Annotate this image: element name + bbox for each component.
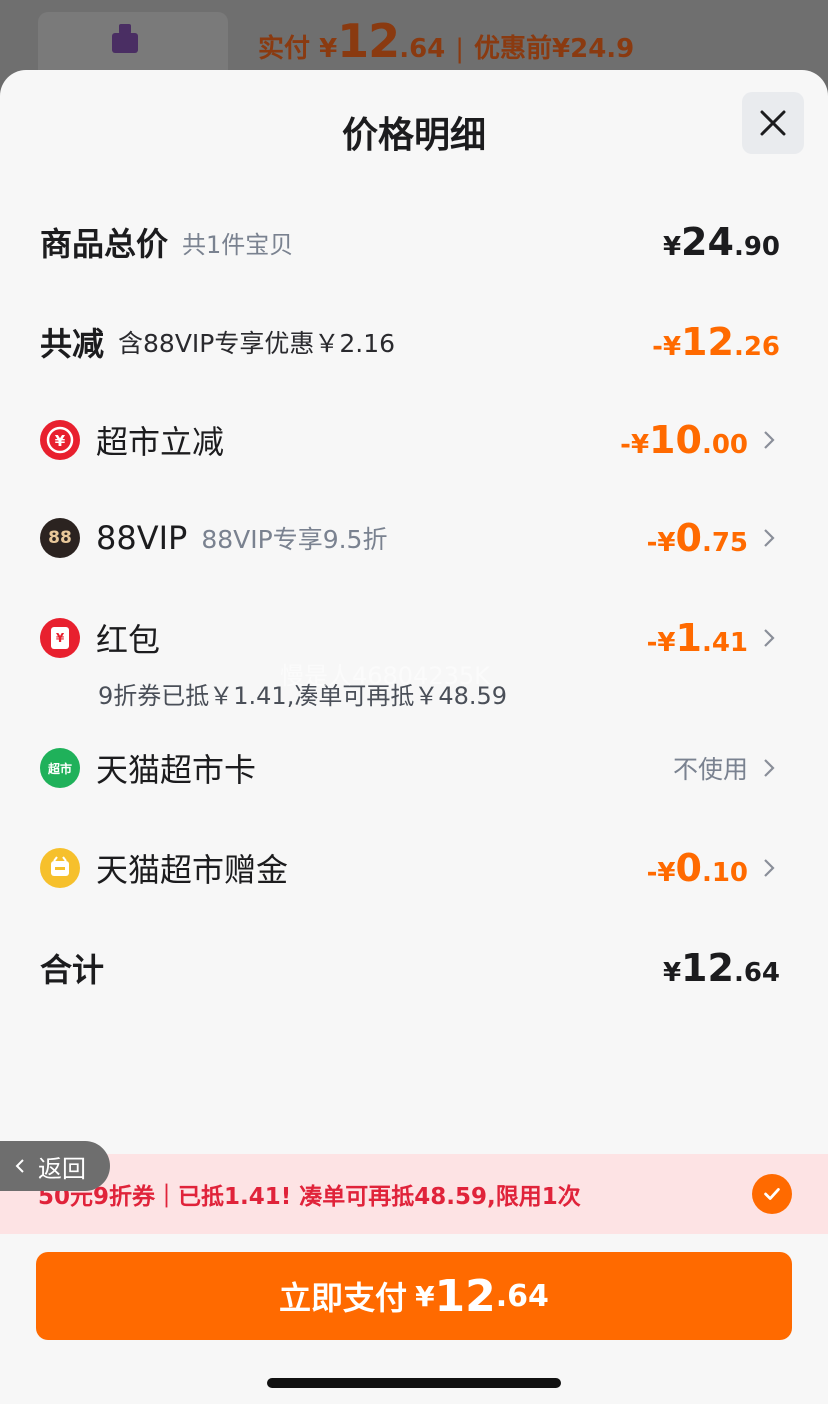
svg-text:¥: ¥	[55, 432, 66, 450]
close-button[interactable]	[742, 92, 804, 154]
pay-label: 立即支付	[279, 1279, 408, 1317]
chevron-left-icon	[15, 1159, 24, 1173]
pay-dec: .64	[495, 1278, 549, 1314]
header-separator: |	[455, 34, 465, 64]
back-label: 返回	[38, 1154, 86, 1183]
row-supermarket-discount[interactable]: ¥ 超市立减 -¥ 10.00	[40, 410, 780, 470]
home-indicator[interactable]	[267, 1378, 561, 1388]
chevron-right-icon	[758, 757, 780, 779]
redpacket-amount: -¥ 1.41	[646, 616, 748, 660]
pay-int: 12	[434, 1270, 496, 1322]
paid-label: 实付	[258, 34, 311, 64]
yuan-coin-icon: ¥	[40, 420, 80, 460]
red-packet-icon: ¥	[40, 618, 80, 658]
sum-label: 合计	[40, 951, 105, 989]
back-button[interactable]: 返回	[0, 1141, 110, 1191]
gift-label: 天猫超市赠金	[96, 851, 289, 889]
chevron-right-icon	[758, 857, 780, 879]
coupon-banner[interactable]: 50元9折券｜已抵1.41! 凑单可再抵48.59,限用1次	[0, 1154, 828, 1234]
gift-amount: -¥ 0.10	[646, 846, 748, 890]
chevron-right-icon	[758, 527, 780, 549]
product-image	[110, 24, 140, 54]
background-order-header: 实付 ¥12.64 | 优惠前¥24.9	[0, 0, 828, 82]
discount-amount: -¥ 12.26	[652, 320, 780, 364]
supermarket-label: 超市立减	[96, 423, 225, 461]
before-discount: 优惠前¥24.9	[474, 34, 635, 64]
sheet-title: 价格明细	[341, 115, 486, 156]
total-amount: ¥24.90	[662, 220, 780, 264]
sum-amount: ¥12.64	[662, 946, 780, 990]
card-value: 不使用	[672, 755, 748, 784]
88vip-icon: 88	[40, 518, 80, 558]
row-sum: 合计 ¥12.64	[40, 938, 780, 998]
redpacket-label: 红包	[96, 621, 161, 659]
tmall-supermarket-card-icon: 超市	[40, 748, 80, 788]
paid-currency: ¥	[319, 34, 338, 64]
row-gift-gold[interactable]: 天猫超市赠金 -¥ 0.10	[40, 838, 780, 898]
chevron-right-icon	[758, 627, 780, 649]
total-count: 共1件宝贝	[182, 230, 294, 259]
supermarket-amount: -¥ 10.00	[620, 418, 748, 462]
pay-currency: ¥	[415, 1279, 435, 1313]
gift-gold-icon	[40, 848, 80, 888]
coupon-text: 50元9折券｜已抵1.41! 凑单可再抵48.59,限用1次	[38, 1184, 581, 1210]
price-detail-sheet: 价格明细 商品总价 共1件宝贝 ¥24.90 共减 含88VIP专享优惠￥2.1…	[0, 70, 828, 1404]
discount-sub: 含88VIP专享优惠￥2.16	[118, 329, 396, 358]
row-88vip[interactable]: 88 88VIP 88VIP专享9.5折 -¥ 0.75	[40, 508, 780, 568]
paid-int: 12	[337, 14, 400, 68]
card-label: 天猫超市卡	[96, 751, 257, 789]
discount-label: 共减	[40, 325, 105, 363]
watermark: 慢是人46804235K	[280, 662, 490, 690]
check-icon[interactable]	[752, 1174, 792, 1214]
pay-now-button[interactable]: 立即支付 ¥12.64	[36, 1252, 792, 1340]
chevron-right-icon	[758, 429, 780, 451]
row-total-discount: 共减 含88VIP专享优惠￥2.16 -¥ 12.26	[40, 312, 780, 372]
vip-label: 88VIP	[96, 519, 188, 557]
row-total-price: 商品总价 共1件宝贝 ¥24.90	[40, 212, 780, 272]
vip-amount: -¥ 0.75	[646, 516, 748, 560]
vip-sub: 88VIP专享9.5折	[201, 525, 388, 554]
paid-dec: .64	[399, 34, 446, 64]
header-price-summary: 实付 ¥12.64 | 优惠前¥24.9	[258, 14, 634, 68]
close-icon	[760, 110, 786, 136]
total-label: 商品总价	[40, 225, 169, 263]
row-supermarket-card[interactable]: 超市 天猫超市卡 不使用	[40, 738, 780, 798]
